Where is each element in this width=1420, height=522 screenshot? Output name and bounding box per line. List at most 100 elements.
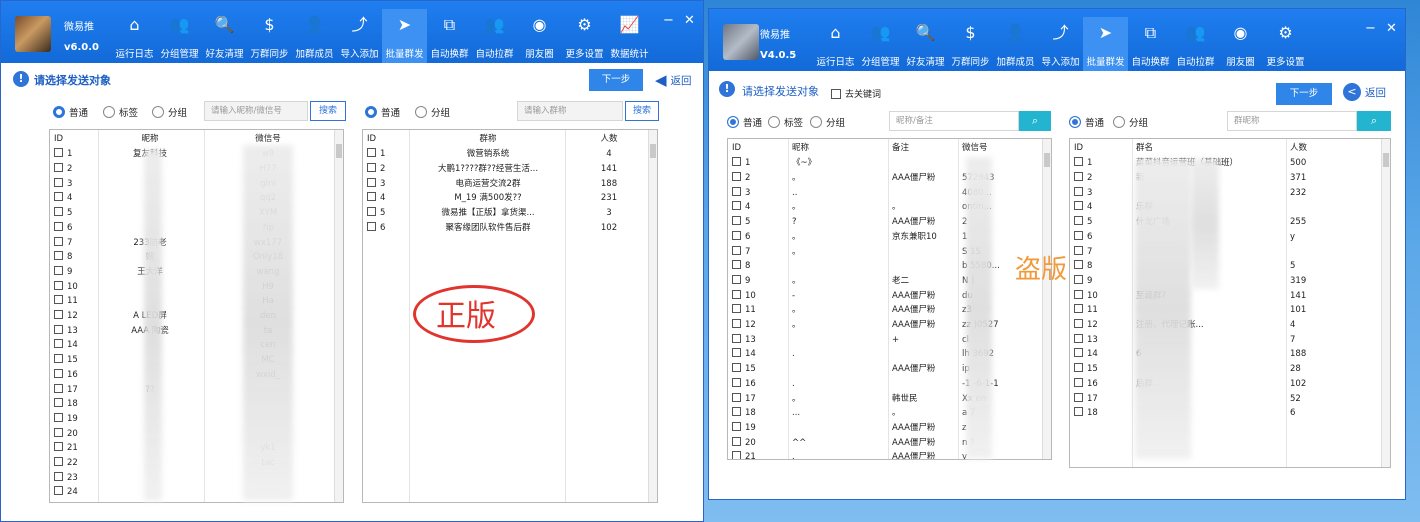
row-checkbox[interactable] bbox=[1074, 157, 1083, 167]
row-checkbox[interactable] bbox=[732, 407, 741, 417]
close-button[interactable]: ✕ bbox=[684, 13, 695, 28]
column-header[interactable]: 昵称 bbox=[102, 132, 198, 146]
next-button[interactable]: 下一步 bbox=[589, 69, 643, 91]
table-row[interactable]: 23 bbox=[50, 470, 343, 485]
row-checkbox[interactable] bbox=[54, 383, 63, 393]
next-button[interactable]: 下一步 bbox=[1276, 83, 1332, 105]
row-checkbox[interactable] bbox=[1074, 172, 1083, 182]
table-row[interactable]: 6。京东兼职10 1 bbox=[728, 230, 1051, 245]
row-checkbox[interactable] bbox=[732, 186, 741, 196]
radio-option[interactable]: 分组 bbox=[415, 105, 450, 119]
row-checkbox[interactable] bbox=[54, 177, 63, 187]
radio-option[interactable]: 标签 bbox=[768, 115, 803, 129]
table-row[interactable]: 21. AAA僵尸粉 y bbox=[728, 450, 1051, 459]
table-row[interactable]: 16后群102 bbox=[1070, 377, 1390, 392]
row-checkbox[interactable] bbox=[1074, 274, 1083, 284]
scrollbar[interactable] bbox=[1381, 139, 1390, 467]
row-checkbox[interactable] bbox=[367, 148, 376, 158]
table-row[interactable]: 5XYM bbox=[50, 206, 343, 221]
column-header[interactable]: 人数 bbox=[569, 132, 649, 146]
table-row[interactable]: 19 bbox=[50, 412, 343, 427]
friend-search-button[interactable]: 搜索 bbox=[310, 101, 346, 121]
table-row[interactable]: 17。韩世民Xx en bbox=[728, 391, 1051, 406]
nav-item[interactable]: 📈 数据统计 bbox=[607, 9, 652, 63]
row-checkbox[interactable] bbox=[732, 363, 741, 373]
table-row[interactable]: 7 bbox=[1070, 244, 1390, 259]
row-checkbox[interactable] bbox=[54, 442, 63, 452]
row-checkbox[interactable] bbox=[732, 201, 741, 211]
radio-option[interactable]: 普通 bbox=[365, 105, 400, 119]
table-row[interactable]: 18...。a 7 bbox=[728, 406, 1051, 421]
column-header[interactable]: ID bbox=[732, 141, 788, 155]
table-row[interactable]: 3 电商运营交流2群 188 bbox=[363, 176, 657, 191]
friend-search-input[interactable]: 昵称/备注 bbox=[889, 111, 1019, 131]
column-header[interactable]: ID bbox=[1074, 141, 1134, 155]
nav-item[interactable]: ⧉ 自动换群 bbox=[427, 9, 472, 63]
row-checkbox[interactable] bbox=[1074, 230, 1083, 240]
table-row[interactable]: 8b 5580... bbox=[728, 259, 1051, 274]
row-checkbox[interactable] bbox=[54, 354, 63, 364]
row-checkbox[interactable] bbox=[54, 457, 63, 467]
table-row[interactable]: 15MC bbox=[50, 353, 343, 368]
minimize-button[interactable]: − bbox=[1365, 21, 1376, 36]
table-row[interactable]: 17?? bbox=[50, 382, 343, 397]
table-row[interactable]: 7。S 1S bbox=[728, 244, 1051, 259]
friend-search-button[interactable]: ⌕ bbox=[1019, 111, 1051, 131]
row-checkbox[interactable] bbox=[367, 221, 376, 231]
column-header[interactable]: 昵称 bbox=[792, 141, 888, 155]
row-checkbox[interactable] bbox=[54, 148, 63, 158]
table-row[interactable]: 2H77 bbox=[50, 162, 343, 177]
column-header[interactable]: 微信号 bbox=[962, 141, 1042, 155]
row-checkbox[interactable] bbox=[1074, 216, 1083, 226]
back-button[interactable]: ◀ 返回 bbox=[655, 71, 692, 89]
nav-item[interactable]: ⌂ 运行日志 bbox=[813, 17, 858, 71]
keyword-checkbox[interactable]: 去关键词 bbox=[831, 87, 881, 100]
row-checkbox[interactable] bbox=[1074, 392, 1083, 402]
nav-item[interactable]: $ 万群同步 bbox=[948, 17, 993, 71]
nav-item[interactable]: ⚙ 更多设置 bbox=[1263, 17, 1308, 71]
row-checkbox[interactable] bbox=[54, 339, 63, 349]
table-row[interactable]: 6 聚客缘团队软件售后群 102 bbox=[363, 221, 657, 236]
table-row[interactable]: 24 bbox=[50, 485, 343, 500]
table-row[interactable]: 2 大鹏1????群??经营生活... 141 bbox=[363, 162, 657, 177]
table-row[interactable]: 9 319 bbox=[1070, 274, 1390, 289]
table-row[interactable]: 6y bbox=[1070, 230, 1390, 245]
row-checkbox[interactable] bbox=[732, 392, 741, 402]
row-checkbox[interactable] bbox=[54, 427, 63, 437]
nav-item[interactable]: ⤴ 导入添加 bbox=[1038, 17, 1083, 71]
table-row[interactable]: 9。老二N ) bbox=[728, 274, 1051, 289]
table-row[interactable]: 5 微易推【正版】拿货渠... 3 bbox=[363, 206, 657, 221]
row-checkbox[interactable] bbox=[1074, 245, 1083, 255]
nav-item[interactable]: ◉ 朋友圈 bbox=[1218, 17, 1263, 71]
table-row[interactable]: 13AAA 陶瓷ta bbox=[50, 323, 343, 338]
radio-option[interactable]: 标签 bbox=[103, 105, 138, 119]
table-row[interactable]: 12注册，代理记账...4 bbox=[1070, 318, 1390, 333]
group-search-input[interactable]: 群昵称 bbox=[1227, 111, 1357, 131]
row-checkbox[interactable] bbox=[54, 280, 63, 290]
table-row[interactable]: 6?ip bbox=[50, 221, 343, 236]
scrollbar-thumb[interactable] bbox=[336, 144, 342, 158]
row-checkbox[interactable] bbox=[54, 412, 63, 422]
row-checkbox[interactable] bbox=[54, 295, 63, 305]
nav-item[interactable]: $ 万群同步 bbox=[247, 9, 292, 63]
column-header[interactable]: 群名 bbox=[1136, 141, 1286, 155]
row-checkbox[interactable] bbox=[732, 230, 741, 240]
friend-search-input[interactable]: 请输入昵称/微信号 bbox=[204, 101, 308, 121]
row-checkbox[interactable] bbox=[732, 274, 741, 284]
table-row[interactable]: 1复友科技w9 bbox=[50, 147, 343, 162]
table-row[interactable]: 4 M_19 满500发?? 231 bbox=[363, 191, 657, 206]
table-row[interactable]: 1 《~》 bbox=[728, 156, 1051, 171]
table-row[interactable]: 14.lh 3692 bbox=[728, 347, 1051, 362]
column-header[interactable]: 群称 bbox=[413, 132, 563, 146]
row-checkbox[interactable] bbox=[54, 236, 63, 246]
row-checkbox[interactable] bbox=[1074, 186, 1083, 196]
radio-option[interactable]: 普通 bbox=[1069, 115, 1104, 129]
column-header[interactable]: 人数 bbox=[1290, 141, 1380, 155]
table-row[interactable]: 15 28 bbox=[1070, 362, 1390, 377]
row-checkbox[interactable] bbox=[732, 451, 741, 459]
row-checkbox[interactable] bbox=[732, 245, 741, 255]
row-checkbox[interactable] bbox=[732, 304, 741, 314]
table-row[interactable]: 1 微营销系统 4 bbox=[363, 147, 657, 162]
nav-item[interactable]: 👥 自动拉群 bbox=[1173, 17, 1218, 71]
close-button[interactable]: ✕ bbox=[1386, 21, 1397, 36]
